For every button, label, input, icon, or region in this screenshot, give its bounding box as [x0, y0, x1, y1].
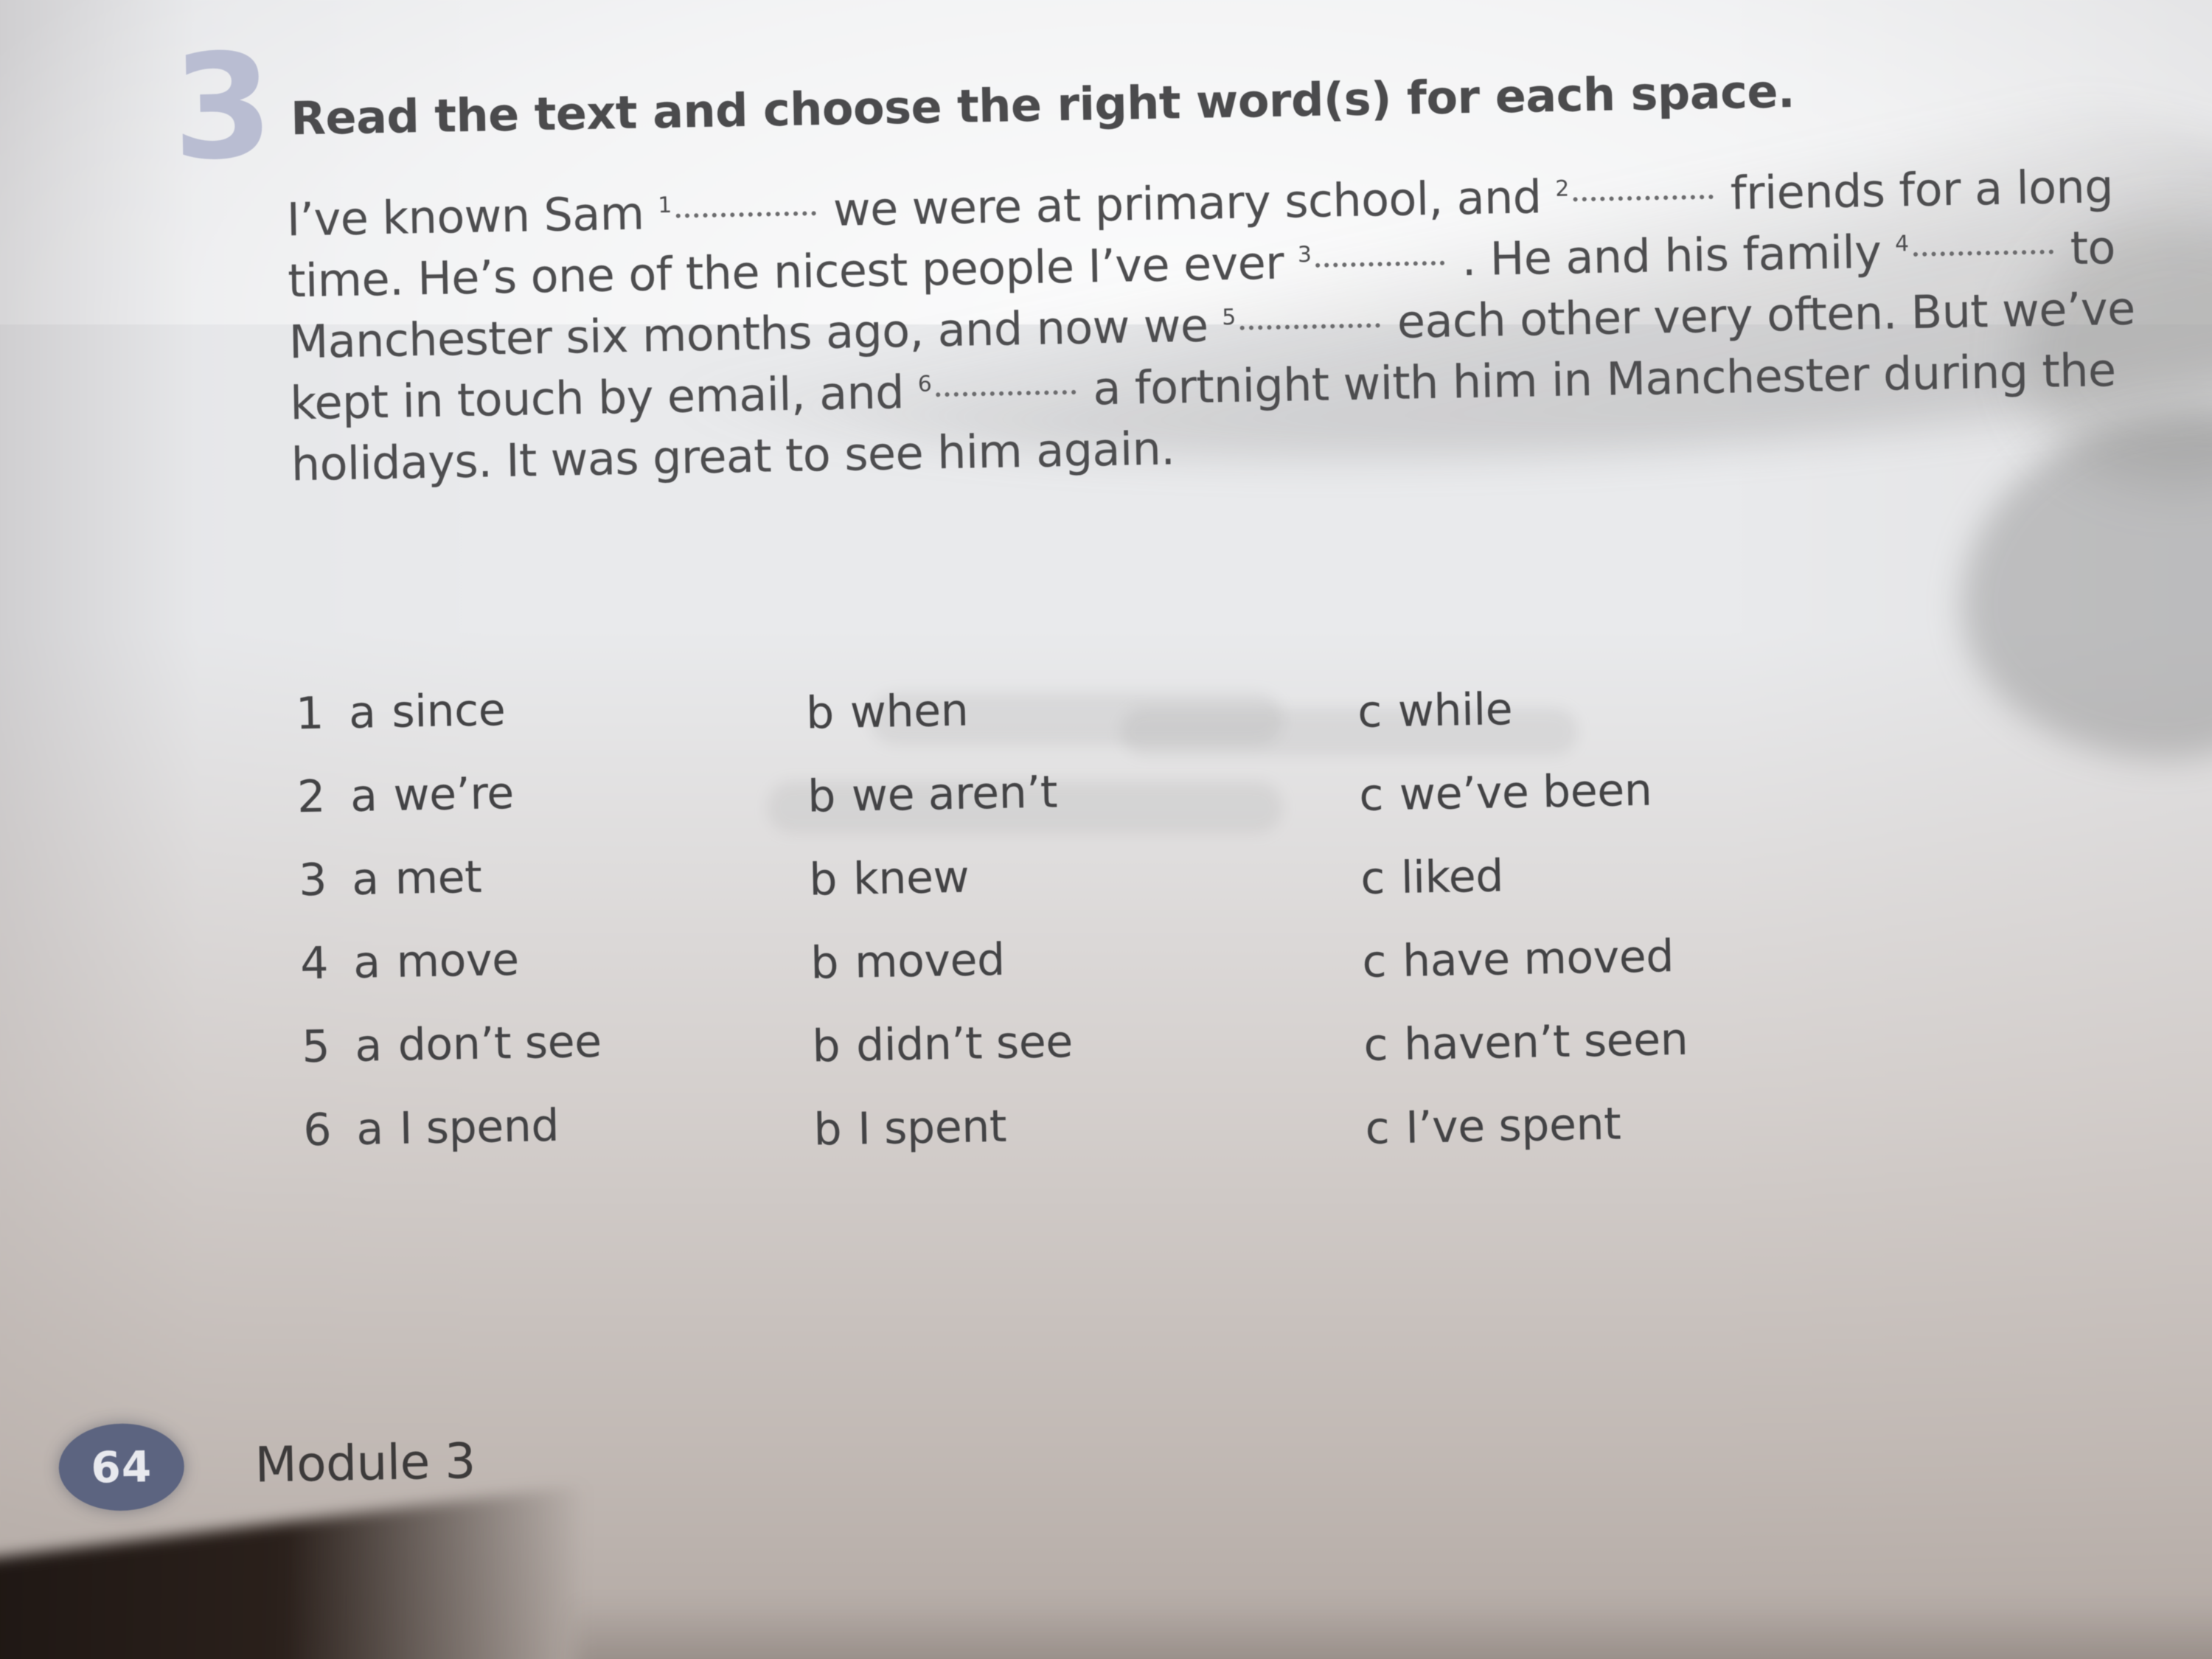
module-label: Module 3: [254, 1432, 476, 1493]
option-text-a: we’re: [392, 767, 515, 821]
option-choice-c[interactable]: c have moved: [1362, 928, 1820, 988]
option-choice-b[interactable]: b we aren’t: [807, 761, 1360, 823]
option-letter-b: b: [813, 1103, 842, 1156]
page-content: 3 Read the text and choose the right wor…: [0, 0, 2212, 1659]
option-letter-b: b: [807, 770, 836, 823]
option-letter-c: c: [1361, 936, 1387, 988]
option-text-b: we aren’t: [851, 766, 1058, 822]
exercise-number: 3: [170, 22, 272, 193]
option-choice-b[interactable]: b didn’t see: [811, 1011, 1364, 1073]
blank-marker-3: 3: [1297, 242, 1312, 268]
option-row-number: 6: [302, 1104, 332, 1157]
answer-blank-6[interactable]: [936, 389, 1077, 397]
option-text-b: when: [849, 684, 969, 739]
option-choice-b[interactable]: b knew: [809, 844, 1361, 906]
option-letter-c: c: [1360, 852, 1385, 905]
answer-blank-1[interactable]: [675, 211, 816, 218]
option-choice-a[interactable]: a we’re: [350, 762, 808, 822]
option-choice-a[interactable]: a move: [353, 929, 811, 989]
option-text-c: liked: [1400, 850, 1504, 904]
option-letter-c: c: [1357, 686, 1382, 738]
option-choice-c[interactable]: c we’ve been: [1359, 762, 1817, 821]
answer-blank-4[interactable]: [1913, 249, 2053, 257]
option-text-b: knew: [852, 851, 970, 905]
option-text-a: I spend: [399, 1099, 560, 1155]
option-letter-a: a: [349, 770, 378, 822]
option-choice-c[interactable]: c I’ve spent: [1365, 1094, 1823, 1154]
option-letter-c: c: [1358, 769, 1384, 821]
option-choice-a[interactable]: a since: [348, 679, 806, 739]
passage-segment-2: we were at primary school, and: [832, 170, 1543, 237]
option-choice-c[interactable]: c while: [1357, 678, 1815, 738]
option-text-a: met: [394, 851, 482, 905]
blank-marker-6: 6: [917, 371, 932, 398]
exercise-heading: Read the text and choose the right word(…: [290, 63, 1795, 146]
option-text-a: move: [396, 933, 520, 988]
option-letter-c: c: [1363, 1019, 1388, 1071]
option-choice-c[interactable]: c liked: [1360, 845, 1818, 905]
option-letter-a: a: [354, 1020, 383, 1072]
option-text-a: don’t see: [397, 1015, 602, 1071]
option-letter-a: a: [348, 686, 377, 739]
option-row-number: 4: [299, 937, 329, 990]
option-text-b: didn’t see: [855, 1016, 1074, 1072]
option-letter-c: c: [1364, 1102, 1390, 1155]
option-letter-b: b: [811, 1020, 841, 1073]
option-choice-c[interactable]: c haven’t seen: [1363, 1011, 1821, 1071]
option-choice-a[interactable]: a met: [352, 846, 810, 905]
option-letter-b: b: [805, 686, 835, 740]
page-number: 64: [90, 1441, 153, 1493]
option-text-c: while: [1397, 684, 1513, 737]
page-footer: 64 Module 3: [58, 1417, 476, 1512]
textbook-page-photo: 3 Read the text and choose the right wor…: [0, 0, 2212, 1659]
option-text-a: since: [391, 684, 506, 738]
page-number-badge: 64: [58, 1422, 185, 1512]
answer-blank-2[interactable]: [1573, 194, 1714, 202]
option-row-number: 5: [301, 1020, 330, 1074]
option-text-c: haven’t seen: [1403, 1013, 1688, 1071]
option-text-b: I spent: [857, 1100, 1007, 1155]
option-choice-b[interactable]: b moved: [810, 928, 1363, 990]
answer-blank-5[interactable]: [1239, 323, 1380, 330]
option-text-c: I’ve spent: [1405, 1098, 1621, 1154]
option-text-c: have moved: [1402, 931, 1674, 987]
option-letter-b: b: [808, 853, 838, 906]
blank-marker-4: 4: [1894, 231, 1909, 257]
option-choice-b[interactable]: b when: [806, 678, 1358, 740]
option-row-number: 2: [296, 771, 326, 824]
passage-segment-4: . He and his family: [1461, 224, 1882, 287]
option-text-b: moved: [854, 933, 1006, 989]
option-row-number: 3: [298, 854, 327, 907]
option-row-number: 1: [295, 687, 324, 740]
blank-marker-5: 5: [1222, 305, 1236, 331]
option-letter-a: a: [352, 936, 381, 989]
option-text-c: we’ve been: [1399, 764, 1653, 821]
blank-marker-1: 1: [658, 192, 672, 219]
blank-marker-2: 2: [1554, 175, 1569, 203]
answer-blank-3[interactable]: [1315, 260, 1445, 268]
option-choice-a[interactable]: a don’t see: [355, 1012, 813, 1072]
option-letter-b: b: [810, 936, 839, 990]
option-choice-a[interactable]: a I spend: [356, 1096, 814, 1155]
option-letter-a: a: [351, 853, 380, 905]
passage-segment-1: I’ve known Sam: [286, 186, 645, 247]
option-letter-a: a: [355, 1103, 384, 1155]
option-choice-b[interactable]: b I spent: [813, 1094, 1366, 1156]
cloze-passage: I’ve known Sam 1 we were at primary scho…: [286, 155, 2179, 495]
answer-options-grid: 1 a since b when c while 2 a we’re b we aren’…: [295, 658, 1963, 1188]
